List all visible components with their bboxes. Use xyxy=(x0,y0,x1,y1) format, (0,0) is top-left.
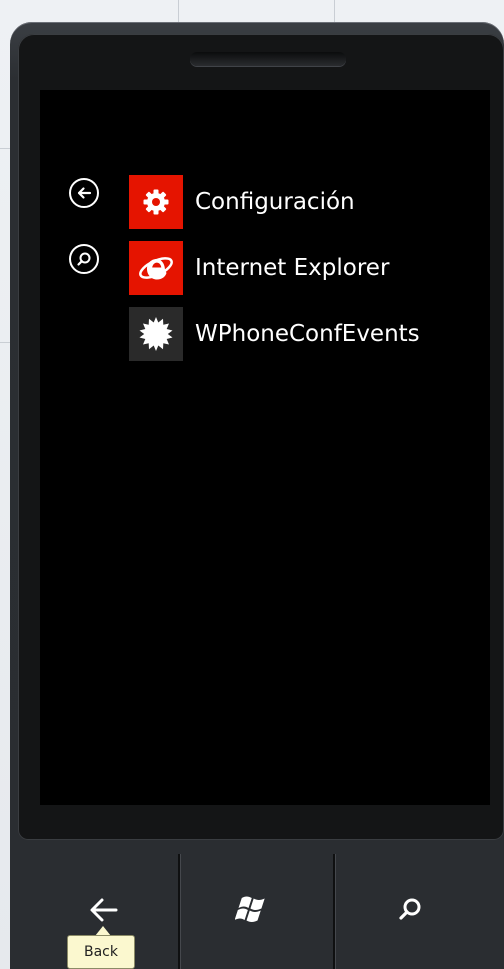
hardware-search-button[interactable] xyxy=(380,880,440,940)
starburst-icon xyxy=(139,317,173,351)
arrow-left-circle-icon[interactable] xyxy=(69,178,99,208)
windows-logo-icon xyxy=(235,896,265,922)
internet-explorer-tile xyxy=(129,241,183,295)
app-label: WPhoneConfEvents xyxy=(195,321,420,347)
app-list-item-internet-explorer[interactable]: Internet Explorer xyxy=(129,241,389,295)
phone-screen: Configuración Internet Explorer WPhoneCo… xyxy=(40,90,490,805)
nav-divider xyxy=(333,854,335,969)
phone-bezel: Configuración Internet Explorer WPhoneCo… xyxy=(18,34,504,840)
back-arrow-icon xyxy=(90,898,118,922)
hardware-start-button[interactable] xyxy=(225,880,285,940)
emulator-window: Configuración Internet Explorer WPhoneCo… xyxy=(0,0,504,969)
internet-explorer-icon xyxy=(139,257,173,280)
app-label: Internet Explorer xyxy=(195,255,390,281)
gear-icon xyxy=(143,189,169,215)
nav-divider xyxy=(178,854,180,969)
back-tooltip: Back xyxy=(67,935,135,969)
app-list-item-configuracion[interactable]: Configuración xyxy=(129,175,355,229)
speaker-grille xyxy=(190,52,346,66)
search-icon xyxy=(399,898,421,920)
tooltip-text: Back xyxy=(84,944,118,960)
wphoneconfevents-tile xyxy=(129,307,183,361)
app-list-item-wphoneconfevents[interactable]: WPhoneConfEvents xyxy=(129,307,420,361)
app-label: Configuración xyxy=(195,189,355,215)
settings-tile xyxy=(129,175,183,229)
phone-body: Configuración Internet Explorer WPhoneCo… xyxy=(10,22,504,969)
search-circle-icon[interactable] xyxy=(69,244,99,274)
